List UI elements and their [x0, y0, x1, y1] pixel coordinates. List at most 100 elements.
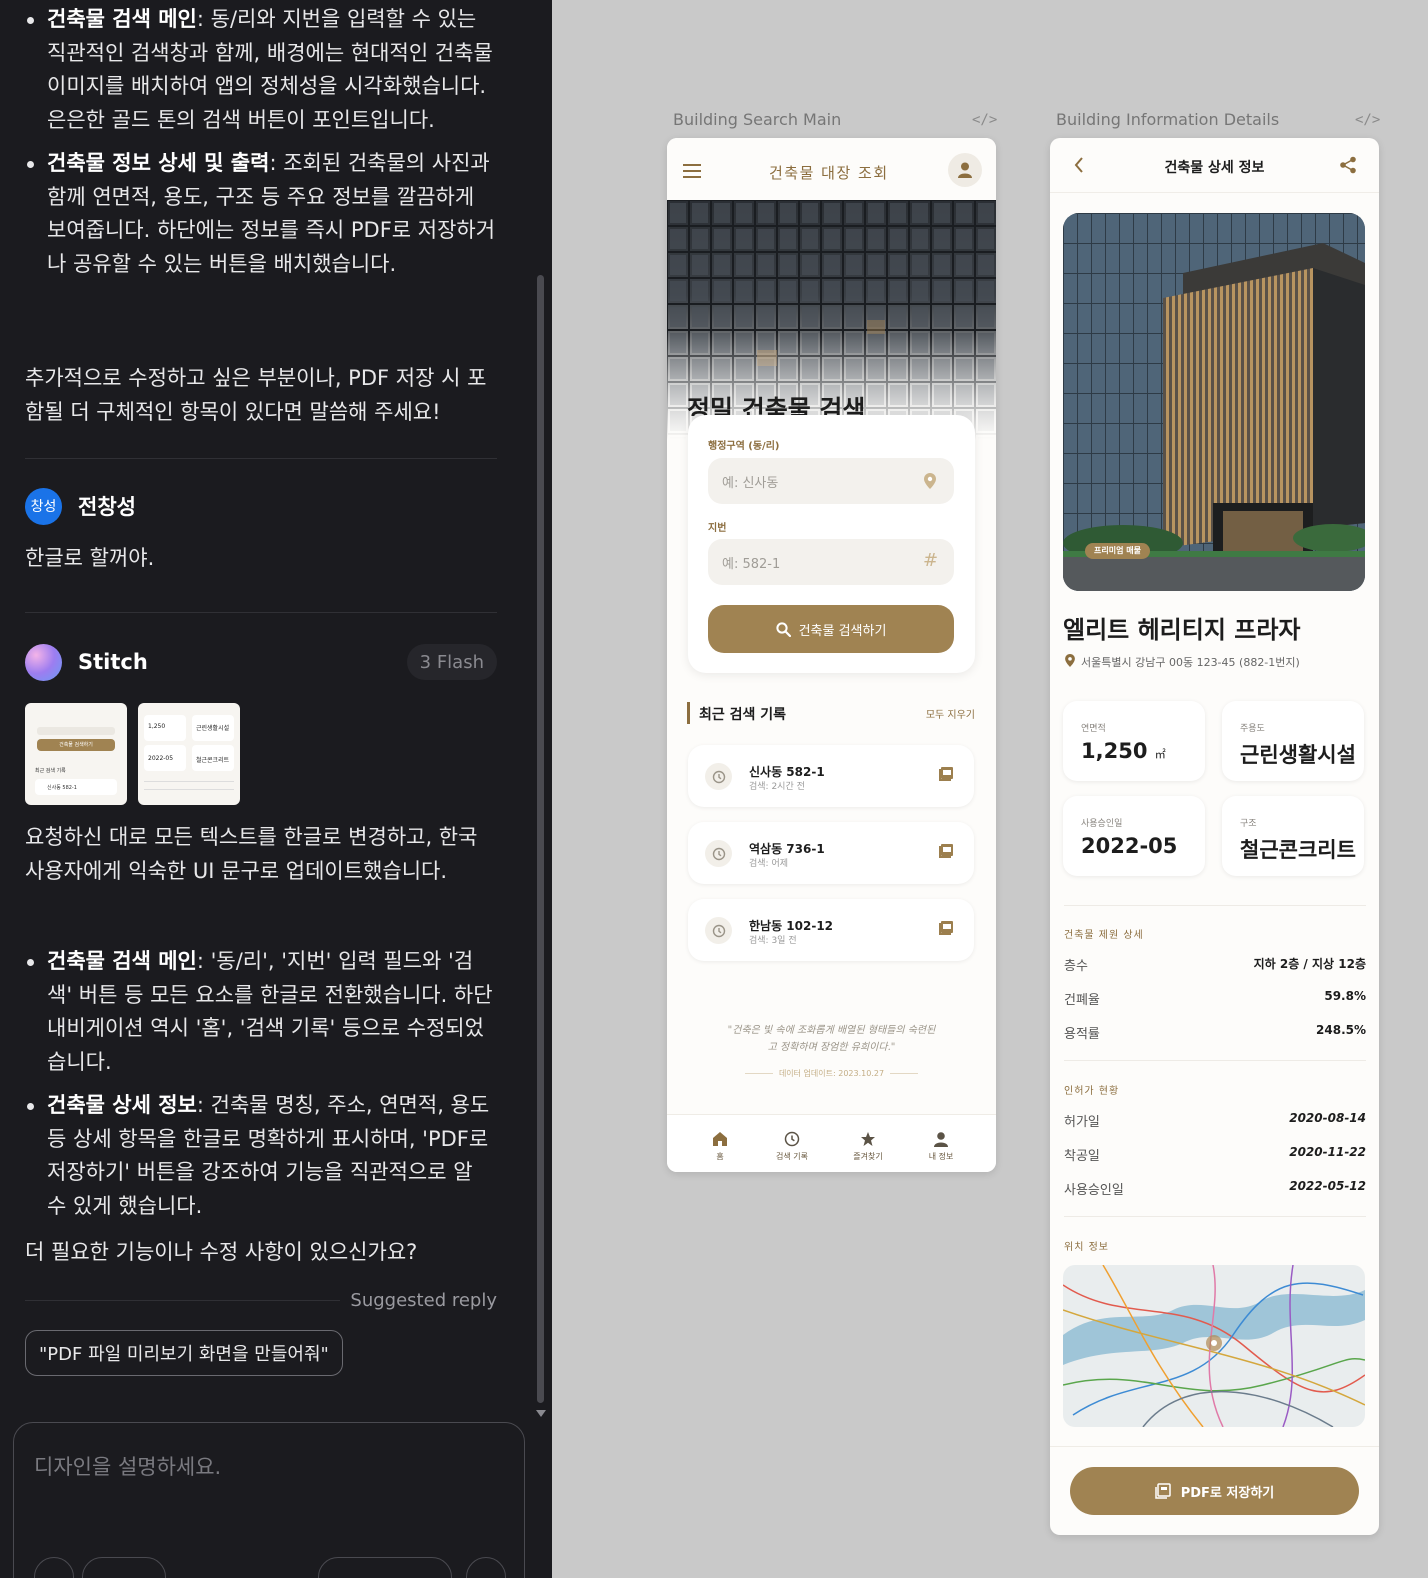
stat-value: 철근콘크리트 [1240, 838, 1356, 862]
page-title: 건축물 대장 조회 [769, 164, 889, 182]
history-item[interactable]: 역삼동 736-1 검색: 어제 [688, 822, 974, 884]
save-pdf-label: PDF로 저장하기 [1180, 1485, 1275, 1501]
nav-profile[interactable]: 내 정보 [916, 1131, 966, 1162]
stat-label: 주용도 [1240, 724, 1265, 734]
user-name: 전창성 [78, 495, 136, 519]
history-icon [705, 917, 732, 944]
pdf-icon [1154, 1483, 1171, 1499]
permit-title: 인허가 현황 [1064, 1086, 1120, 1097]
district-input[interactable]: 예: 신사동 [708, 458, 954, 504]
menu-icon[interactable] [683, 164, 701, 178]
add-attachment-button[interactable] [34, 1557, 74, 1578]
search-button[interactable]: 건축물 검색하기 [708, 605, 954, 653]
person-icon [958, 162, 972, 178]
design-thumbnail-detail[interactable]: 1,250 근린생활시설 2022-05 철근콘크리트 [138, 703, 240, 805]
stat-card-structure: 구조 철근콘크리트 [1222, 796, 1364, 876]
hero-title: 정밀 건축물 검색 [687, 395, 866, 416]
stat-card-approval: 사용승인일 2022-05 [1063, 796, 1205, 876]
image-upload-button[interactable] [82, 1557, 166, 1578]
permit-row: 허가일 2020-08-14 [1064, 1111, 1366, 1130]
avatar: 창성 [25, 487, 62, 525]
spec-row: 용적률 248.5% [1064, 1023, 1366, 1042]
intro-bullet: 건축물 정보 상세 및 출력: 조회된 건축물의 사진과 함께 연면적, 용도,… [25, 147, 497, 281]
history-item[interactable]: 신사동 582-1 검색: 2시간 전 [688, 745, 974, 807]
pdf-icon[interactable] [939, 844, 953, 858]
update-date: 데이터 업데이트: 2023.10.27 [667, 1068, 996, 1079]
model-select-button[interactable] [318, 1557, 452, 1578]
suggested-reply-label: Suggested reply [350, 1290, 497, 1311]
district-label: 행정구역 (동/리) [708, 441, 780, 452]
location-title: 위치 정보 [1064, 1242, 1109, 1253]
spec-row: 층수 지하 2층 / 지상 12층 [1064, 957, 1366, 974]
design-thumbnail-search[interactable]: 건축물 검색하기 최근 검색 기록 신사동 582-1 [25, 703, 127, 805]
detail-screen: 건축물 상세 정보 프리미엄 매물 엘리트 헤리티지 프라자 서울특별시 강남구… [1050, 138, 1379, 1535]
bot-bullet: 건축물 검색 메인: '동/리', '지번' 입력 필드와 '검색' 버튼 등 … [25, 945, 497, 1079]
nav-favorites[interactable]: 즐겨찾기 [843, 1131, 893, 1162]
intro-bullets: 건축물 검색 메인: 동/리와 지번을 입력할 수 있는 직관적인 검색창과 함… [25, 3, 497, 291]
home-icon [713, 1132, 727, 1146]
star-icon [861, 1132, 875, 1146]
user-message-header: 창성 전창성 [25, 484, 136, 528]
map-illustration [1063, 1265, 1365, 1427]
save-pdf-button[interactable]: PDF로 저장하기 [1070, 1467, 1359, 1515]
location-pin-icon [924, 473, 936, 489]
detail-header: 건축물 상세 정보 [1050, 138, 1379, 193]
app-header: 건축물 대장 조회 [667, 138, 996, 200]
history-time: 검색: 2시간 전 [749, 782, 805, 792]
divider [1064, 905, 1366, 906]
scroll-down-arrow-icon[interactable] [536, 1410, 546, 1417]
profile-button[interactable] [948, 153, 982, 187]
suggested-reply-header: Suggested reply [25, 1290, 497, 1311]
stat-label: 구조 [1240, 819, 1257, 829]
person-icon [934, 1132, 948, 1147]
history-item[interactable]: 한남동 102-12 검색: 3일 전 [688, 899, 974, 961]
suggested-reply-button[interactable]: "PDF 파일 미리보기 화면을 만들어줘" [25, 1330, 343, 1376]
permit-row: 착공일 2020-11-22 [1064, 1145, 1366, 1164]
bot-message-header: Stitch 3 Flash [25, 640, 497, 684]
history-name: 한남동 102-12 [749, 919, 834, 933]
stat-value: 2022-05 [1081, 834, 1178, 858]
code-view-icon[interactable]: </> [1355, 112, 1380, 128]
bot-name: Stitch [78, 650, 148, 674]
prompt-composer[interactable]: 디자인을 설명하세요. [13, 1422, 525, 1578]
spec-title: 건축물 제원 상세 [1064, 930, 1144, 941]
bot-bullets: 건축물 검색 메인: '동/리', '지번' 입력 필드와 '검색' 버튼 등 … [25, 945, 497, 1233]
bottom-nav: 홈 검색 기록 즐겨찾기 내 정보 [667, 1114, 996, 1172]
hash-icon: # [923, 550, 939, 571]
nav-history[interactable]: 검색 기록 [767, 1131, 817, 1162]
prompt-input-placeholder: 디자인을 설명하세요. [34, 1455, 222, 1479]
search-screen: 건축물 대장 조회 정밀 건축물 검색 행정구역 (동/리) 예: 신사동 지번… [667, 138, 996, 1172]
stat-card-use: 주용도 근린생활시설 [1222, 701, 1364, 781]
history-icon [705, 840, 732, 867]
history-name: 신사동 582-1 [749, 765, 825, 779]
chat-scrollbar[interactable] [537, 275, 544, 1403]
bot-bullet: 건축물 상세 정보: 건축물 명칭, 주소, 연면적, 용도 등 상세 항목을 … [25, 1089, 497, 1223]
nav-home[interactable]: 홈 [695, 1131, 745, 1162]
footer-divider [1050, 1446, 1379, 1447]
location-pin-icon [1065, 654, 1075, 667]
bot-closing: 더 필요한 기능이나 수정 사항이 있으신가요? [25, 1240, 418, 1264]
pdf-icon[interactable] [939, 921, 953, 935]
stat-label: 연면적 [1081, 724, 1106, 734]
recent-section-bar [687, 702, 690, 724]
stat-label: 사용승인일 [1081, 819, 1123, 829]
stat-card-area: 연면적 1,250 ㎡ [1063, 701, 1205, 781]
building-photo: 프리미엄 매물 [1063, 213, 1365, 591]
location-map[interactable] [1063, 1265, 1365, 1427]
send-button[interactable] [466, 1557, 506, 1578]
history-time: 검색: 어제 [749, 859, 789, 869]
building-address: 서울특별시 강남구 00동 123-45 (882-1번지) [1081, 656, 1300, 669]
pdf-icon[interactable] [939, 767, 953, 781]
model-badge[interactable]: 3 Flash [406, 644, 497, 680]
stat-value: 1,250 ㎡ [1081, 739, 1166, 763]
clear-all-button[interactable]: 모두 지우기 [926, 706, 975, 721]
lot-input[interactable]: 예: 582-1 [708, 539, 954, 585]
history-icon [784, 1131, 800, 1147]
history-name: 역삼동 736-1 [749, 842, 825, 856]
divider [1064, 1216, 1366, 1217]
building-name: 엘리트 헤리티지 프라자 [1063, 615, 1301, 644]
history-time: 검색: 3일 전 [749, 936, 797, 946]
share-icon[interactable] [1339, 156, 1357, 174]
code-view-icon[interactable]: </> [972, 112, 997, 128]
stitch-avatar [25, 643, 62, 681]
